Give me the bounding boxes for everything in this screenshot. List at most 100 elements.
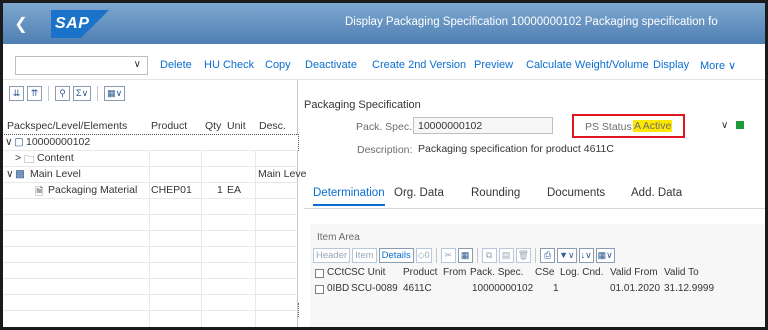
cell-cctc: 0IBD — [327, 283, 350, 294]
cell-valid-to: 31.12.9999 — [664, 283, 715, 294]
table-icon[interactable]: ▦ — [457, 247, 473, 263]
col-cse[interactable]: CSe — [535, 267, 554, 278]
cut-icon[interactable]: ✂ — [440, 247, 456, 263]
cell-cse: 1 — [553, 283, 559, 294]
status-led-icon — [736, 121, 744, 129]
item-area-toolbar: Header Item Details ◇ 0 ✂ ▦ ⧉ ▤ 🗑 ⎙ ▼∨ ↓∨… — [313, 247, 615, 263]
cell-sc-unit: SCU-0089 — [351, 283, 398, 294]
divider — [3, 230, 298, 231]
back-button[interactable]: ❮ — [3, 3, 39, 44]
col-sc-unit[interactable]: SC Unit — [351, 267, 385, 278]
col-product[interactable]: Product — [151, 120, 187, 132]
tab-documents[interactable]: Documents — [547, 187, 605, 199]
divider — [3, 310, 298, 311]
header-button[interactable]: Header — [313, 247, 351, 263]
document-icon: 🗎 — [35, 186, 44, 198]
col-product[interactable]: Product — [403, 267, 437, 278]
details-button[interactable]: Details — [378, 247, 414, 263]
sort-icon[interactable]: ↓∨ — [578, 247, 594, 263]
row-checkbox[interactable] — [315, 285, 324, 294]
table-row[interactable]: 0IBD SCU-0089 4611C 10000000102 1 01.01.… — [313, 282, 765, 297]
print-icon[interactable]: ⎙ — [540, 247, 556, 263]
col-pack-spec[interactable]: Pack. Spec. — [470, 267, 523, 278]
chevron-down-icon[interactable]: ∨ — [5, 136, 13, 148]
col-from[interactable]: From — [443, 267, 466, 278]
chevron-down-icon[interactable]: ∨ — [721, 120, 728, 131]
copy-button[interactable]: Copy — [265, 59, 291, 71]
divider — [3, 198, 298, 199]
col-log-cnd[interactable]: Log. Cnd. — [560, 267, 603, 278]
display-button[interactable]: Display — [653, 59, 689, 71]
copy-icon[interactable]: ⧉ — [481, 247, 497, 263]
chevron-right-icon[interactable]: > — [15, 152, 21, 164]
cell-pack-spec: 10000000102 — [472, 283, 534, 294]
tree-row-desc: Main Leve — [258, 168, 307, 180]
sum-icon[interactable]: Σ∨ — [73, 85, 92, 101]
ps-status-label: PS Status: — [585, 121, 635, 133]
col-valid-from[interactable]: Valid From — [610, 267, 658, 278]
tab-add-data[interactable]: Add. Data — [631, 187, 682, 199]
item-area-title: Item Area — [317, 232, 360, 243]
col-packspec[interactable]: Packspec/Level/Elements — [7, 120, 127, 132]
pack-spec-field[interactable]: 10000000102 — [413, 117, 553, 134]
col-cctc[interactable]: CCtC — [327, 267, 351, 278]
pane-splitter[interactable] — [298, 303, 301, 317]
tree-row-unit: EA — [227, 184, 242, 196]
packspec-icon: ▢ — [14, 136, 24, 148]
tab-determination[interactable]: Determination — [313, 187, 385, 199]
create-2nd-version-button[interactable]: Create 2nd Version — [372, 59, 466, 71]
chevron-down-icon: ∨ — [133, 59, 141, 70]
divider — [3, 278, 298, 279]
pack-spec-label: Pack. Spec.: — [356, 121, 415, 133]
layout-icon[interactable]: ▦∨ — [104, 85, 126, 101]
col-desc[interactable]: Desc. — [259, 120, 286, 132]
tree-row[interactable]: > 🗀 Content — [3, 151, 298, 166]
chevron-down-icon: ∨ — [728, 60, 737, 72]
sap-logo[interactable]: SAP — [51, 9, 109, 38]
delete-button[interactable]: Delete — [160, 59, 192, 71]
chevron-down-icon[interactable]: ∨ — [6, 168, 14, 180]
divider — [435, 247, 437, 263]
item-button[interactable]: Item — [352, 247, 377, 263]
tree-row[interactable]: ∨ ▢ 10000000102 — [3, 134, 299, 151]
counter-value: 0 — [424, 250, 430, 260]
tab-rounding[interactable]: Rounding — [471, 187, 520, 199]
divider — [3, 262, 298, 263]
preview-button[interactable]: Preview — [474, 59, 513, 71]
tree-row[interactable]: 🗎 Packaging Material CHEP01 1 EA — [3, 183, 298, 198]
divider — [48, 85, 49, 101]
description-field[interactable]: Packaging specification for product 4611… — [413, 140, 765, 157]
divider — [304, 208, 765, 209]
collapse-all-icon[interactable]: ⇈ — [27, 85, 42, 101]
calculate-weight-volume-button[interactable]: Calculate Weight/Volume — [526, 59, 649, 71]
cell-product: 4611C — [403, 283, 432, 294]
tree-toolbar: ⇊ ⇈ ⚲ Σ∨ ▦∨ — [9, 84, 126, 102]
layout-icon[interactable]: ▦∨ — [595, 247, 615, 263]
item-table-header: CCtC SC Unit Product From Pack. Spec. CS… — [313, 266, 765, 281]
shell-bar: ❮ SAP Display Packaging Specification 10… — [3, 3, 765, 44]
application-toolbar: ∨ Delete HU Check Copy Deactivate Create… — [3, 44, 765, 80]
col-qty[interactable]: Qty — [205, 120, 221, 132]
divider — [535, 247, 537, 263]
action-select[interactable]: ∨ — [15, 56, 148, 75]
active-tab-indicator — [313, 204, 385, 206]
divider — [3, 246, 298, 247]
counter-button[interactable]: ◇ 0 — [415, 247, 432, 263]
col-unit[interactable]: Unit — [227, 120, 246, 132]
tree-row-label: 10000000102 — [26, 136, 91, 148]
filter-icon[interactable]: ▼∨ — [557, 247, 577, 263]
tree-row-label: Main Level — [30, 168, 81, 180]
more-label: More — [700, 60, 726, 72]
deactivate-button[interactable]: Deactivate — [305, 59, 357, 71]
tree-row[interactable]: ∨ ▩ Main Level Main Leve — [3, 167, 306, 182]
find-icon[interactable]: ⚲ — [55, 85, 70, 101]
more-button[interactable]: More ∨ — [700, 59, 736, 72]
description-label: Description: — [357, 144, 413, 156]
tab-org-data[interactable]: Org. Data — [394, 187, 444, 199]
expand-all-icon[interactable]: ⇊ — [9, 85, 24, 101]
hu-check-button[interactable]: HU Check — [204, 59, 254, 71]
paste-icon[interactable]: ▤ — [498, 247, 514, 263]
col-valid-to[interactable]: Valid To — [664, 267, 699, 278]
delete-icon[interactable]: 🗑 — [515, 247, 532, 263]
select-all-checkbox[interactable] — [315, 269, 324, 278]
